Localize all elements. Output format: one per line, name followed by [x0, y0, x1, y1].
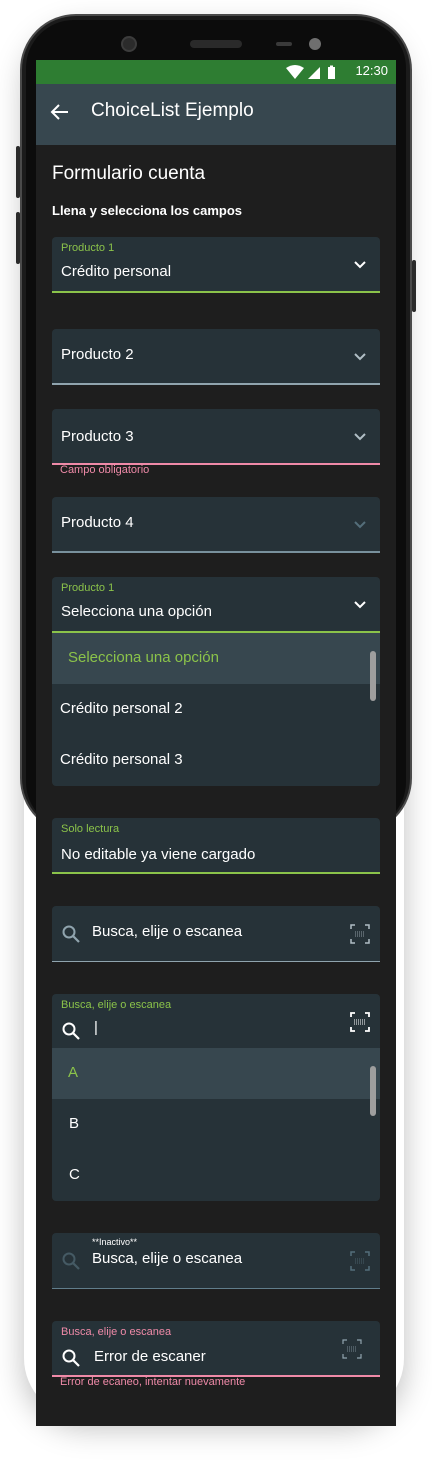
form-subtitle: Llena y selecciona los campos — [52, 203, 243, 218]
search-inactive-field: **Inactivo** Busca, elije o escanea — [52, 1233, 380, 1289]
barcode-scan-icon — [350, 1251, 370, 1271]
dropdown-option[interactable]: C — [52, 1150, 380, 1201]
proximity-sensor — [309, 38, 321, 50]
option-label: Crédito personal 2 — [60, 700, 183, 717]
dropdown-scrollbar[interactable] — [370, 1066, 376, 1116]
form-title: Formulario cuenta — [52, 163, 206, 184]
dropdown-scrollbar[interactable] — [370, 651, 376, 701]
status-time: 12:30 — [355, 63, 388, 78]
dropdown-option[interactable]: Crédito personal 3 — [52, 735, 380, 786]
field-label: Producto 1 — [61, 242, 115, 254]
field-label: Busca, elije o escanea — [61, 1326, 172, 1338]
option-label: C — [69, 1166, 80, 1183]
search-placeholder: Busca, elije o escanea — [92, 923, 243, 940]
chevron-down-icon — [354, 353, 366, 361]
field-underline — [52, 551, 380, 553]
status-icons — [286, 65, 335, 79]
option-label: Selecciona una opción — [68, 649, 219, 666]
field-value: Producto 3 — [61, 428, 134, 445]
volume-button-2 — [16, 212, 20, 264]
barcode-scan-icon[interactable] — [350, 1012, 370, 1032]
field-label: Producto 1 — [61, 582, 115, 594]
search-icon — [62, 925, 80, 943]
field-underline — [52, 961, 380, 962]
screen: 12:30 ChoiceList Ejemplo Formulario cuen… — [36, 60, 396, 1426]
readonly-field: Solo lectura No editable ya viene cargad… — [52, 818, 380, 874]
volume-button — [16, 146, 20, 198]
app-bar: ChoiceList Ejemplo — [36, 84, 396, 145]
battery-icon — [328, 67, 335, 79]
dropdown-option[interactable]: B — [52, 1099, 380, 1150]
producto1-select[interactable]: Producto 1 Crédito personal — [52, 237, 380, 293]
field-value: Error de escaner — [94, 1348, 206, 1365]
search-field[interactable]: Busca, elije o escanea — [52, 906, 380, 962]
power-button — [412, 260, 416, 312]
error-text: Campo obligatorio — [60, 464, 150, 476]
chevron-down-icon — [354, 261, 366, 269]
option-label: Crédito personal 3 — [60, 751, 183, 768]
chevron-down-icon — [354, 601, 366, 609]
search-icon — [62, 1349, 80, 1367]
chevron-down-icon — [354, 521, 366, 529]
field-value: Crédito personal — [61, 263, 172, 280]
producto1-dropdown: Selecciona una opción Crédito personal 2… — [52, 633, 380, 786]
search-icon — [62, 1252, 80, 1270]
producto2-select[interactable]: Producto 2 — [52, 329, 380, 385]
field-value: Selecciona una opción — [61, 603, 212, 620]
dropdown-option[interactable]: Selecciona una opción — [52, 633, 380, 684]
barcode-scan-icon[interactable] — [342, 1339, 362, 1359]
status-bar: 12:30 — [36, 60, 396, 84]
search-input[interactable]: | — [94, 1019, 98, 1036]
option-label: A — [68, 1064, 79, 1081]
producto4-select[interactable]: Producto 4 — [52, 497, 380, 553]
producto1-open-select[interactable]: Producto 1 Selecciona una opción — [52, 577, 380, 633]
field-underline — [52, 872, 380, 874]
chevron-down-icon — [354, 433, 366, 441]
field-underline — [52, 291, 380, 293]
field-label: Busca, elije o escanea — [61, 999, 172, 1011]
error-text: Error de ecaneo, intentar nuevamente — [60, 1376, 246, 1388]
front-camera — [121, 36, 137, 52]
search-icon — [62, 1022, 80, 1040]
field-value: Producto 4 — [61, 514, 134, 531]
wifi-icon — [286, 65, 304, 79]
dropdown-option[interactable]: A — [52, 1048, 380, 1099]
field-label: **Inactivo** — [92, 1237, 138, 1247]
dropdown-option[interactable]: Crédito personal 2 — [52, 684, 380, 735]
app-title: ChoiceList Ejemplo — [91, 100, 254, 121]
barcode-scan-icon[interactable] — [350, 924, 370, 944]
field-underline — [52, 1288, 380, 1289]
back-arrow-icon[interactable] — [50, 102, 70, 122]
search-error-field[interactable]: Busca, elije o escanea Error de escaner — [52, 1321, 380, 1377]
option-label: B — [69, 1115, 80, 1132]
search-open-field[interactable]: Busca, elije o escanea | — [52, 994, 380, 1050]
field-value: Busca, elije o escanea — [92, 1250, 243, 1267]
field-underline — [52, 383, 380, 385]
field-value: No editable ya viene cargado — [61, 846, 256, 863]
sensor — [276, 42, 292, 46]
field-label: Solo lectura — [61, 823, 120, 835]
field-value: Producto 2 — [61, 346, 134, 363]
search-dropdown: A B C — [52, 1048, 380, 1201]
producto3-select[interactable]: Producto 3 — [52, 409, 380, 465]
signal-icon — [308, 67, 320, 79]
earpiece-speaker — [190, 40, 242, 48]
